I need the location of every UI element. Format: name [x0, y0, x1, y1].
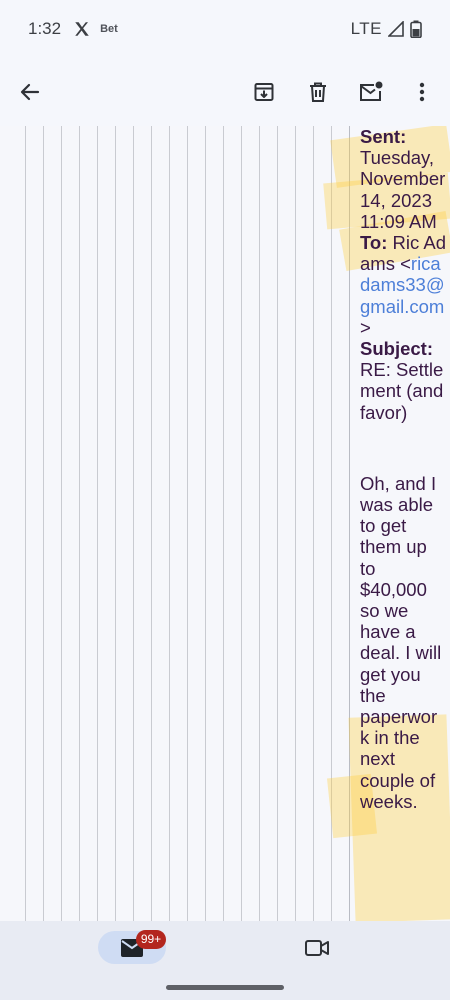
status-time: 1:32: [28, 19, 62, 38]
delete-button[interactable]: [296, 70, 340, 114]
subject-label: Subject:: [360, 338, 433, 360]
email-content[interactable]: Sent: Tuesday, November 14, 2023 11:09 A…: [0, 126, 450, 921]
subject-field: Subject: RE: Settlement (and favor): [360, 338, 446, 423]
unread-count-badge: 99+: [136, 930, 166, 949]
sent-label: Sent:: [360, 126, 407, 147]
back-arrow-icon: [20, 83, 40, 101]
meet-tab[interactable]: [300, 933, 334, 963]
archive-icon: [254, 83, 274, 101]
more-options-button[interactable]: [400, 70, 444, 114]
to-label: To:: [360, 232, 388, 254]
to-close-bracket: >: [360, 316, 371, 338]
network-type: LTE: [350, 19, 382, 38]
email-toolbar: [0, 58, 450, 126]
to-field: To: Ric Adams <ricadams33@gmail.com>: [360, 232, 446, 338]
sent-field: Sent: Tuesday, November 14, 2023 11:09 A…: [360, 126, 446, 232]
video-camera-icon: [305, 940, 329, 956]
sent-value: Tuesday, November 14, 2023 11:09 AM: [360, 147, 446, 232]
subject-value: RE: Settlement (and favor): [360, 359, 444, 423]
bottom-navigation: 99+: [0, 921, 450, 1000]
signal-icon: [388, 21, 404, 37]
to-open-bracket: <: [400, 253, 411, 275]
ruled-lines-background: [0, 126, 350, 921]
message-body: Oh, and I was able to get them up to $40…: [360, 472, 442, 812]
more-vert-icon: [419, 82, 425, 102]
mark-unread-button[interactable]: [349, 70, 393, 114]
gesture-bar[interactable]: [166, 985, 284, 990]
back-button[interactable]: [8, 70, 52, 114]
status-bar: 1:32 Bet LTE: [0, 0, 450, 58]
delete-icon: [310, 82, 326, 102]
battery-icon: [410, 20, 422, 38]
mark-unread-icon: [360, 81, 383, 101]
x-logo-icon: [75, 22, 89, 36]
archive-button[interactable]: [242, 70, 286, 114]
bet-notification-icon: Bet: [100, 23, 118, 35]
email-body-column: Sent: Tuesday, November 14, 2023 11:09 A…: [360, 126, 446, 812]
